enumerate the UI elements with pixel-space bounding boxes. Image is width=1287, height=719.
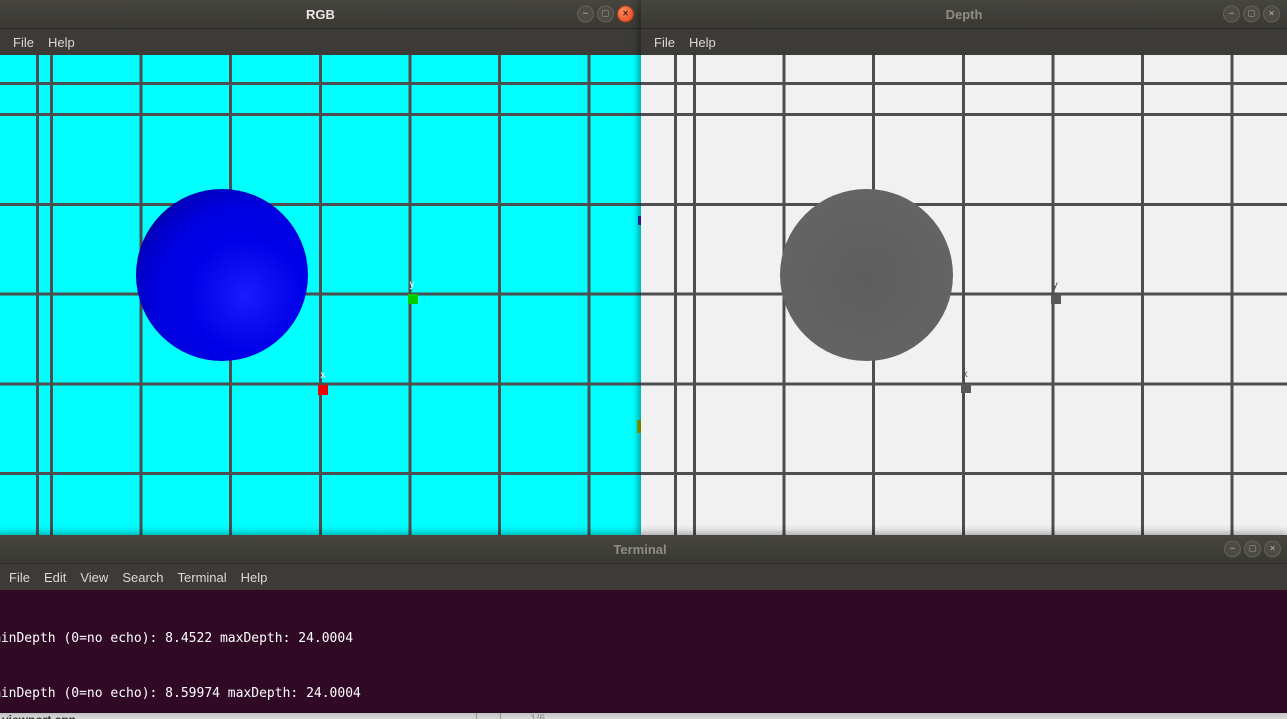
- terminal-output-area[interactable]: minDepth (0=no echo): 8.4522 maxDepth: 2…: [0, 590, 1287, 713]
- depth-window-title: Depth: [946, 7, 983, 22]
- maximize-icon[interactable]: □: [1243, 6, 1260, 23]
- close-icon[interactable]: ×: [1263, 6, 1280, 23]
- depth-y-axis-label: y: [1052, 281, 1058, 291]
- rgb-window-controls: − □ ×: [577, 6, 634, 23]
- terminal-window-controls: − □ ×: [1224, 541, 1281, 558]
- minimize-icon[interactable]: −: [1223, 6, 1240, 23]
- depth-viewport-canvas[interactable]: x y: [641, 55, 1287, 535]
- depth-window: Depth − □ × File Help x y: [641, 0, 1287, 535]
- terminal-output-line: minDepth (0=no echo): 8.59974 maxDepth: …: [0, 685, 1287, 703]
- close-icon[interactable]: ×: [617, 6, 634, 23]
- depth-y-axis-marker: [1051, 295, 1061, 304]
- rgb-y-axis-marker: [408, 294, 418, 304]
- terminal-window: Terminal − □ × File Edit View Search Ter…: [0, 535, 1287, 713]
- gray-sphere: [780, 189, 953, 361]
- terminal-menu-search[interactable]: Search: [115, 570, 170, 585]
- rgb-window: RGB − □ × File Help x y: [0, 0, 641, 535]
- terminal-menu-view[interactable]: View: [73, 570, 115, 585]
- rgb-menu-help[interactable]: Help: [41, 35, 82, 50]
- depth-menubar: File Help: [641, 29, 1287, 55]
- minimize-icon[interactable]: −: [1224, 541, 1241, 558]
- maximize-icon[interactable]: □: [597, 6, 614, 23]
- terminal-window-title: Terminal: [613, 542, 666, 557]
- rgb-menubar: File Help: [0, 29, 641, 55]
- depth-x-axis-label: x: [962, 370, 968, 380]
- terminal-menu-file[interactable]: File: [2, 570, 37, 585]
- rgb-window-title: RGB: [306, 7, 335, 22]
- terminal-menu-edit[interactable]: Edit: [37, 570, 73, 585]
- depth-x-axis-marker: [961, 384, 971, 393]
- depth-menu-file[interactable]: File: [647, 35, 682, 50]
- rgb-viewport-canvas[interactable]: x y: [0, 55, 641, 535]
- rgb-titlebar[interactable]: RGB − □ ×: [0, 0, 641, 29]
- terminal-menu-help[interactable]: Help: [234, 570, 275, 585]
- terminal-menu-terminal[interactable]: Terminal: [171, 570, 234, 585]
- rgb-y-axis-label: y: [409, 280, 415, 290]
- minimize-icon[interactable]: −: [577, 6, 594, 23]
- depth-window-controls: − □ ×: [1223, 6, 1280, 23]
- depth-menu-help[interactable]: Help: [682, 35, 723, 50]
- maximize-icon[interactable]: □: [1244, 541, 1261, 558]
- rgb-x-axis-marker: [318, 385, 328, 395]
- desktop: RGB − □ × File Help x y Depth − □: [0, 0, 1287, 719]
- terminal-menubar: File Edit View Search Terminal Help: [0, 564, 1287, 590]
- blue-sphere: [136, 189, 308, 361]
- terminal-output-line: minDepth (0=no echo): 8.4522 maxDepth: 2…: [0, 630, 1287, 648]
- close-icon[interactable]: ×: [1264, 541, 1281, 558]
- rgb-x-axis-label: x: [320, 371, 326, 381]
- rgb-menu-file[interactable]: File: [6, 35, 41, 50]
- depth-titlebar[interactable]: Depth − □ ×: [641, 0, 1287, 29]
- terminal-titlebar[interactable]: Terminal − □ ×: [0, 535, 1287, 564]
